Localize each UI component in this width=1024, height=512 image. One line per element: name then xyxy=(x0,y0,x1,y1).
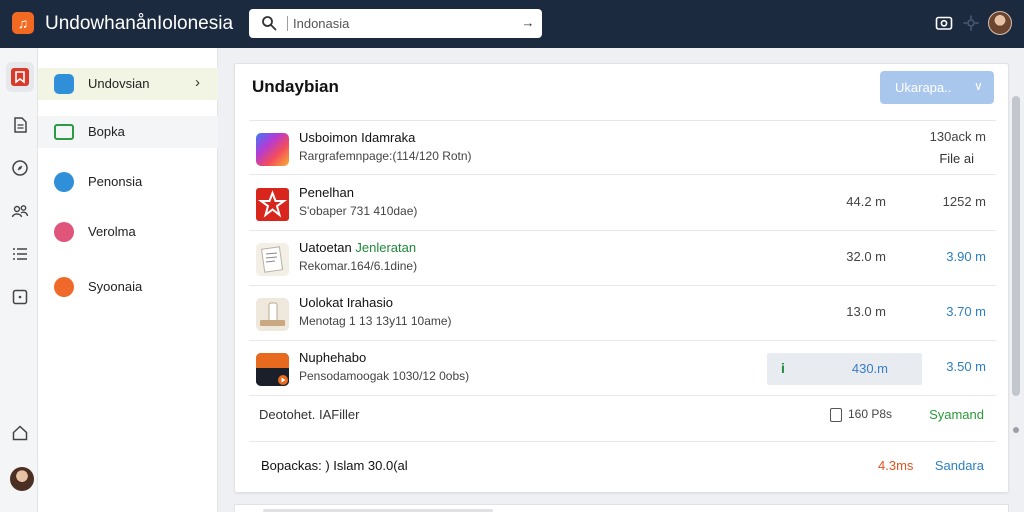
row-size-right: 3.50 m xyxy=(946,359,986,374)
app-logo-icon[interactable]: ♫ xyxy=(12,12,34,34)
sidebar-item-label: Bopka xyxy=(88,124,125,139)
left-rail xyxy=(0,48,38,512)
row-subtitle: Rargrafemnpage:(114/120 Rotn) xyxy=(299,149,472,163)
sidebar-item-label: Penonsia xyxy=(88,174,143,189)
app-title: UndowhanånIolonesia xyxy=(45,13,234,34)
user-avatar[interactable] xyxy=(988,11,1012,35)
sidebar-item-syoonaia[interactable]: Syoonaia xyxy=(38,271,218,303)
sidebar-item-label: Verolma xyxy=(88,224,136,239)
flame-circle-icon xyxy=(54,277,74,297)
footer-time: 4.3ms xyxy=(878,458,914,473)
paper-thumbnail-icon xyxy=(256,243,289,276)
row-subtitle: Menotag 1 13 13y11 10ame) xyxy=(299,314,452,328)
row-subtitle: Pensodamoogak 1030/12 0obs) xyxy=(299,369,470,383)
row-title: Penelhan xyxy=(299,185,354,200)
document-icon[interactable] xyxy=(11,116,29,134)
compass-icon[interactable] xyxy=(11,159,29,177)
heart-circle-icon xyxy=(54,222,74,242)
row-title-highlight: Jenleratan xyxy=(355,240,417,255)
row-size: 430.m xyxy=(851,361,888,376)
row-subtitle: Rekomar.164/6.1dine) xyxy=(299,259,418,273)
footer-divider xyxy=(249,441,996,442)
search-icon xyxy=(262,16,277,31)
scroll-indicator xyxy=(1013,427,1019,433)
table-row[interactable]: Uatoetan Jenleratan Rekomar.164/6.1dine)… xyxy=(249,231,996,286)
footer-link[interactable]: Sandara xyxy=(935,458,984,473)
row-title: Uolokat Irahasio xyxy=(299,295,393,310)
upgrade-button[interactable]: Ukarapa.. ∨ xyxy=(880,71,994,104)
list-icon[interactable] xyxy=(11,245,29,263)
sidebar-item-label: Syoonaia xyxy=(88,279,143,294)
chevron-down-icon: ∨ xyxy=(974,79,983,93)
footer-label: Deotohet. IAFiller xyxy=(259,407,360,422)
chevron-right-icon: › xyxy=(195,74,200,91)
top-bar: ♫ UndowhanånIolonesia → xyxy=(0,0,1024,48)
people-icon[interactable] xyxy=(11,202,29,220)
box-icon[interactable] xyxy=(11,288,29,306)
scrollbar-thumb[interactable] xyxy=(1012,96,1020,396)
table-row[interactable]: Nuphehabo Pensodamoogak 1030/12 0obs) i … xyxy=(249,341,996,396)
page-title: Undaybian xyxy=(252,77,339,96)
secondary-card xyxy=(234,504,1009,512)
table-row[interactable]: Uolokat Irahasio Menotag 1 13 13y11 10am… xyxy=(249,286,996,341)
row-size: 44.2 m xyxy=(846,194,886,209)
row-size-highlight: i 430.m xyxy=(767,353,922,385)
sidebar-item-label: Undovsian xyxy=(88,76,150,91)
table-row[interactable]: Penelhan S'obaper 731 410dae) 44.2 m 125… xyxy=(249,176,996,231)
sidebar-item-bopka[interactable]: Bopka xyxy=(38,116,218,148)
sidebar-item-verolma[interactable]: Verolma xyxy=(38,216,218,248)
sidebar: Undovsian › Bopka Penonsia Verolma Syoon… xyxy=(38,48,218,512)
row-size-right: 3.90 m xyxy=(946,249,986,264)
home-icon[interactable] xyxy=(11,424,29,442)
folder-icon xyxy=(54,124,74,140)
row-size: 13.0 m xyxy=(846,304,886,319)
sidebar-item-undovsian[interactable]: Undovsian › xyxy=(38,68,218,100)
tube-thumbnail-icon xyxy=(256,298,289,331)
footer-summary: Bopackas: ) Islam 30.0(al xyxy=(261,458,408,473)
app-icon xyxy=(54,74,74,94)
main-card: Undaybian Ukarapa.. ∨ Usboimon Idamraka … xyxy=(234,63,1009,493)
row-title-prefix: Uatoetan xyxy=(299,240,356,255)
search-go-button[interactable]: → xyxy=(519,12,537,34)
settings-icon[interactable] xyxy=(962,14,980,32)
footer-status[interactable]: Syamand xyxy=(929,407,984,422)
row-title: Uatoetan Jenleratan xyxy=(299,240,416,255)
app-badge-icon[interactable] xyxy=(11,68,29,86)
footer-count: 160 P8s xyxy=(848,407,893,421)
star-icon xyxy=(256,188,289,221)
row-size-right: 1252 m xyxy=(942,194,986,209)
row-subtitle: S'obaper 731 410dae) xyxy=(299,204,418,218)
movie-thumbnail-icon xyxy=(256,353,289,386)
upgrade-button-label: Ukarapa.. xyxy=(895,80,952,95)
row-file-type: File ai xyxy=(939,151,974,166)
row-title: Nuphehabo xyxy=(299,350,367,365)
sidebar-item-penonsia[interactable]: Penonsia xyxy=(38,166,218,198)
rail-user-avatar[interactable] xyxy=(10,467,34,491)
check-circle-icon xyxy=(54,172,74,192)
info-icon: i xyxy=(781,360,785,376)
table-row[interactable]: Usboimon Idamraka Rargrafemnpage:(114/12… xyxy=(249,120,996,175)
camera-icon[interactable] xyxy=(935,14,953,32)
page-icon xyxy=(830,408,842,422)
gradient-app-icon xyxy=(256,133,289,166)
search-bar[interactable]: → xyxy=(249,9,542,38)
row-size-right: 3.70 m xyxy=(946,304,986,319)
row-size: 32.0 m xyxy=(846,249,886,264)
search-divider xyxy=(287,16,288,31)
row-title: Usboimon Idamraka xyxy=(299,130,416,145)
row-size-right: 130ack m xyxy=(929,129,986,144)
search-input[interactable] xyxy=(293,14,513,33)
